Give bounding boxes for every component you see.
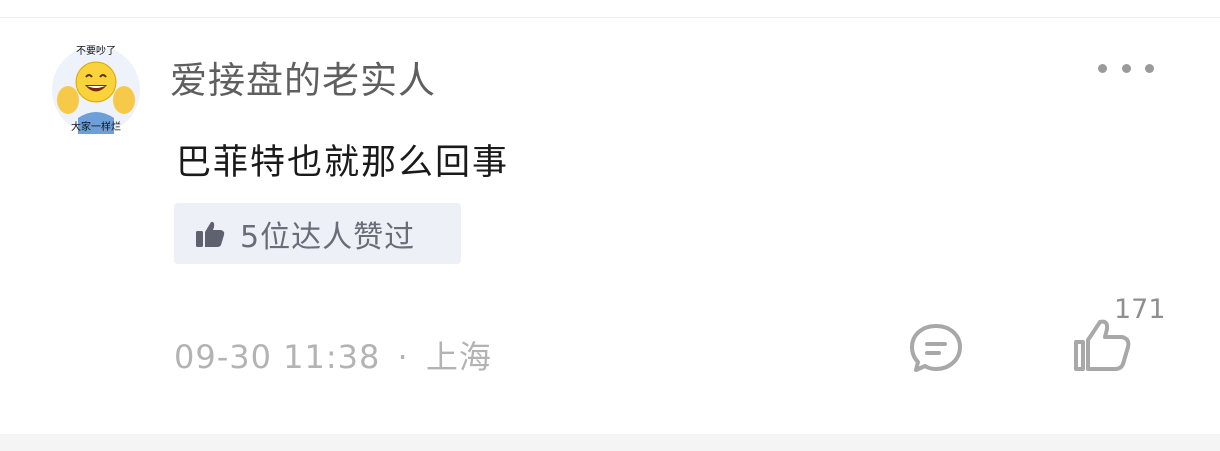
user-avatar[interactable]: 不要吵了 大家一样烂 [50,42,142,138]
smiling-emoji-avatar-icon: 不要吵了 大家一样烂 [52,44,140,134]
reply-bubble-icon [910,324,962,372]
more-dots-icon [1098,63,1107,73]
username[interactable]: 爱接盘的老实人 [170,50,436,104]
thumbs-up-icon [196,221,225,247]
expert-likes-label: 5位达人赞过 [240,219,416,255]
avatar-caption-bottom: 大家一样烂 [71,120,121,133]
like-count: 171 [1114,294,1166,325]
location: 上海 [425,338,492,376]
reply-button[interactable] [908,322,964,374]
more-options-button[interactable] [1098,58,1154,78]
expert-likes-badge[interactable]: 5位达人赞过 [174,203,461,264]
top-divider [0,0,1220,18]
avatar-caption-top: 不要吵了 [76,44,116,57]
comment-meta: 09-30 11:38 · 上海 [174,332,492,378]
more-dot [1145,63,1154,73]
more-dot [1121,63,1131,73]
bottom-divider [0,434,1220,451]
comment-text: 巴菲特也就那么回事 [176,143,510,183]
timestamp: 09-30 11:38 [174,338,381,376]
meta-separator: · [397,338,409,376]
